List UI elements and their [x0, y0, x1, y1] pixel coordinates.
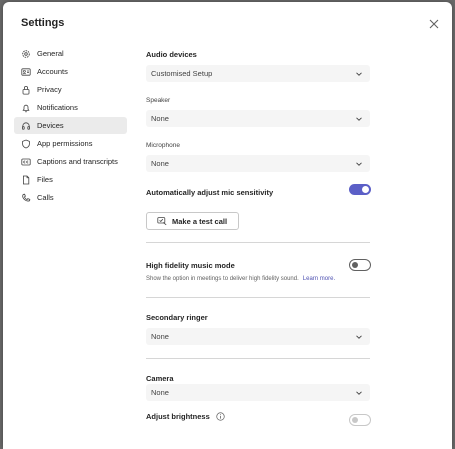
test-call-icon — [157, 216, 167, 226]
sidebar-item-app-permissions[interactable]: App permissions — [14, 135, 127, 152]
learn-more-link[interactable]: Learn more. — [303, 276, 335, 282]
microphone-dropdown[interactable]: None — [146, 155, 370, 172]
camera-dropdown[interactable]: None — [146, 384, 370, 401]
make-test-call-button[interactable]: Make a test call — [146, 212, 239, 230]
lock-icon — [21, 85, 31, 95]
sidebar-item-label: Accounts — [37, 67, 68, 76]
file-icon — [21, 175, 31, 185]
sidebar-item-label: Calls — [37, 193, 54, 202]
chevron-down-icon — [354, 69, 364, 79]
chevron-down-icon — [354, 332, 364, 342]
music-mode-heading: High fidelity music mode — [146, 261, 235, 270]
chevron-down-icon — [354, 388, 364, 398]
settings-dialog: Settings General Accounts Privacy Notifi… — [3, 2, 452, 449]
chevron-down-icon — [354, 159, 364, 169]
camera-value: None — [151, 388, 169, 397]
sidebar-item-general[interactable]: General — [14, 45, 127, 62]
music-mode-toggle[interactable] — [349, 259, 371, 271]
make-test-call-label: Make a test call — [172, 216, 228, 226]
phone-icon — [21, 193, 31, 203]
speaker-value: None — [151, 114, 169, 123]
audio-setup-dropdown[interactable]: Customised Setup — [146, 65, 370, 82]
sidebar-item-label: Privacy — [37, 85, 62, 94]
accounts-icon — [21, 67, 31, 77]
divider — [146, 358, 370, 359]
music-mode-description-text: Show the option in meetings to deliver h… — [146, 276, 299, 282]
sidebar-item-calls[interactable]: Calls — [14, 189, 127, 206]
dialog-title: Settings — [21, 17, 65, 29]
sidebar-item-notifications[interactable]: Notifications — [14, 99, 127, 116]
secondary-ringer-heading: Secondary ringer — [146, 313, 208, 322]
speaker-dropdown[interactable]: None — [146, 110, 370, 127]
audio-setup-value: Customised Setup — [151, 69, 213, 78]
auto-adjust-toggle[interactable] — [349, 184, 371, 195]
audio-devices-heading: Audio devices — [146, 50, 197, 59]
auto-adjust-label: Automatically adjust mic sensitivity — [146, 188, 274, 197]
sidebar-item-captions[interactable]: Captions and transcripts — [14, 153, 127, 170]
info-icon[interactable] — [216, 412, 225, 421]
music-mode-description: Show the option in meetings to deliver h… — [146, 276, 335, 282]
adjust-brightness-toggle[interactable] — [349, 414, 371, 426]
secondary-ringer-value: None — [151, 332, 169, 341]
adjust-brightness-label: Adjust brightness — [146, 412, 210, 421]
captions-icon — [21, 157, 31, 167]
sidebar-item-label: Devices — [37, 121, 64, 130]
sidebar-item-accounts[interactable]: Accounts — [14, 63, 127, 80]
gear-icon — [21, 49, 31, 59]
sidebar-item-label: Notifications — [37, 103, 78, 112]
headset-icon — [21, 121, 31, 131]
sidebar-item-label: App permissions — [37, 139, 93, 148]
chevron-down-icon — [354, 114, 364, 124]
sidebar-item-devices[interactable]: Devices — [14, 117, 127, 134]
sidebar-item-label: General — [37, 49, 64, 58]
camera-heading: Camera — [146, 374, 174, 383]
microphone-label: Microphone — [146, 142, 180, 149]
sidebar-item-label: Captions and transcripts — [37, 157, 118, 166]
microphone-value: None — [151, 159, 169, 168]
divider — [146, 242, 370, 243]
shield-icon — [21, 139, 31, 149]
speaker-label: Speaker — [146, 97, 171, 104]
sidebar-item-files[interactable]: Files — [14, 171, 127, 188]
sidebar-item-privacy[interactable]: Privacy — [14, 81, 127, 98]
bell-icon — [21, 103, 31, 113]
sidebar-item-label: Files — [37, 175, 53, 184]
divider — [146, 297, 370, 298]
secondary-ringer-dropdown[interactable]: None — [146, 328, 370, 345]
close-icon[interactable] — [426, 16, 442, 32]
